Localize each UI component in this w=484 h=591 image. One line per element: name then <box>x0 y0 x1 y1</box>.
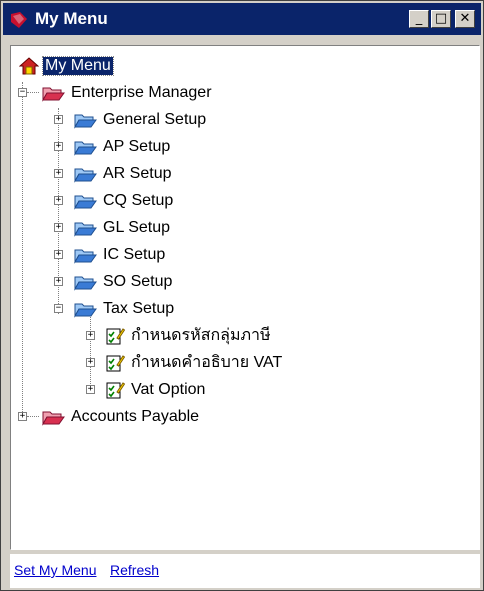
tree-label: My Menu <box>42 55 114 76</box>
expand-toggle[interactable]: + <box>18 412 27 421</box>
tree-item-gl-setup[interactable]: GL Setup <box>73 214 170 241</box>
tree-item-vat-description[interactable]: กำหนดคำอธิบาย VAT <box>105 349 282 376</box>
refresh-link[interactable]: Refresh <box>110 562 159 578</box>
tree-connector <box>27 416 39 417</box>
folder-open-blue-icon <box>73 219 97 237</box>
maximize-button[interactable]: □ <box>431 10 451 28</box>
folder-open-blue-icon <box>73 138 97 156</box>
menu-tree[interactable]: My Menu − Enterprise Manager + General S… <box>10 45 480 550</box>
set-my-menu-link[interactable]: Set My Menu <box>14 562 96 578</box>
tree-label: Enterprise Manager <box>71 83 212 101</box>
checklist-pencil-icon <box>105 353 125 373</box>
tree-item-tax-group-code[interactable]: กำหนดรหัสกลุ่มภาษี <box>105 322 271 349</box>
expand-toggle[interactable]: + <box>86 385 95 394</box>
checklist-pencil-icon <box>105 326 125 346</box>
collapse-toggle[interactable]: − <box>54 304 63 313</box>
footer-links: Set My Menu Refresh <box>10 554 480 588</box>
tree-label: AR Setup <box>103 164 172 182</box>
tree-item-accounts-payable[interactable]: Accounts Payable <box>41 403 199 430</box>
tree-connector <box>90 315 91 394</box>
tree-item-general-setup[interactable]: General Setup <box>73 106 206 133</box>
expand-toggle[interactable]: + <box>54 115 63 124</box>
expand-toggle[interactable]: + <box>54 223 63 232</box>
my-menu-window: My Menu _ □ ✕ My Menu − Enterprise Manag… <box>0 0 484 591</box>
expand-toggle[interactable]: + <box>54 250 63 259</box>
tree-label: AP Setup <box>103 137 171 155</box>
expand-toggle[interactable]: + <box>86 331 95 340</box>
tree-label: กำหนดรหัสกลุ่มภาษี <box>131 327 271 344</box>
tree-label: SO Setup <box>103 272 173 290</box>
title-bar[interactable]: My Menu _ □ ✕ <box>3 3 481 35</box>
tree-item-my-menu[interactable]: My Menu <box>19 52 114 79</box>
tree-label: Accounts Payable <box>71 407 200 425</box>
expand-toggle[interactable]: + <box>54 196 63 205</box>
tree-item-vat-option[interactable]: Vat Option <box>105 376 205 403</box>
folder-open-blue-icon <box>73 192 97 210</box>
tree-item-ap-setup[interactable]: AP Setup <box>73 133 170 160</box>
folder-open-blue-icon <box>73 165 97 183</box>
collapse-toggle[interactable]: − <box>18 88 27 97</box>
tree-label: General Setup <box>103 110 207 128</box>
tree-label: GL Setup <box>103 218 171 236</box>
tree-connector <box>27 92 39 93</box>
folder-open-red-icon <box>41 84 65 102</box>
folder-open-blue-icon <box>73 273 97 291</box>
tree-label: กำหนดคำอธิบาย VAT <box>131 354 283 371</box>
tree-connector <box>22 82 23 414</box>
app-icon <box>9 10 29 30</box>
window-title: My Menu <box>35 9 108 28</box>
minimize-button[interactable]: _ <box>409 10 429 28</box>
folder-open-blue-icon <box>73 111 97 129</box>
tree-label: Vat Option <box>131 380 206 398</box>
expand-toggle[interactable]: + <box>86 358 95 367</box>
tree-item-ar-setup[interactable]: AR Setup <box>73 160 171 187</box>
expand-toggle[interactable]: + <box>54 277 63 286</box>
close-button[interactable]: ✕ <box>455 10 475 28</box>
folder-open-blue-icon <box>73 246 97 264</box>
folder-open-red-icon <box>41 408 65 426</box>
tree-item-tax-setup[interactable]: Tax Setup <box>73 295 174 322</box>
tree-item-ic-setup[interactable]: IC Setup <box>73 241 165 268</box>
folder-open-blue-icon <box>73 300 97 318</box>
tree-label: IC Setup <box>103 245 166 263</box>
tree-item-cq-setup[interactable]: CQ Setup <box>73 187 173 214</box>
tree-item-enterprise-manager[interactable]: Enterprise Manager <box>41 79 212 106</box>
expand-toggle[interactable]: + <box>54 169 63 178</box>
tree-label: CQ Setup <box>103 191 174 209</box>
expand-toggle[interactable]: + <box>54 142 63 151</box>
checklist-pencil-icon <box>105 380 125 400</box>
tree-label: Tax Setup <box>103 299 175 317</box>
tree-item-so-setup[interactable]: SO Setup <box>73 268 172 295</box>
home-icon <box>19 56 39 76</box>
